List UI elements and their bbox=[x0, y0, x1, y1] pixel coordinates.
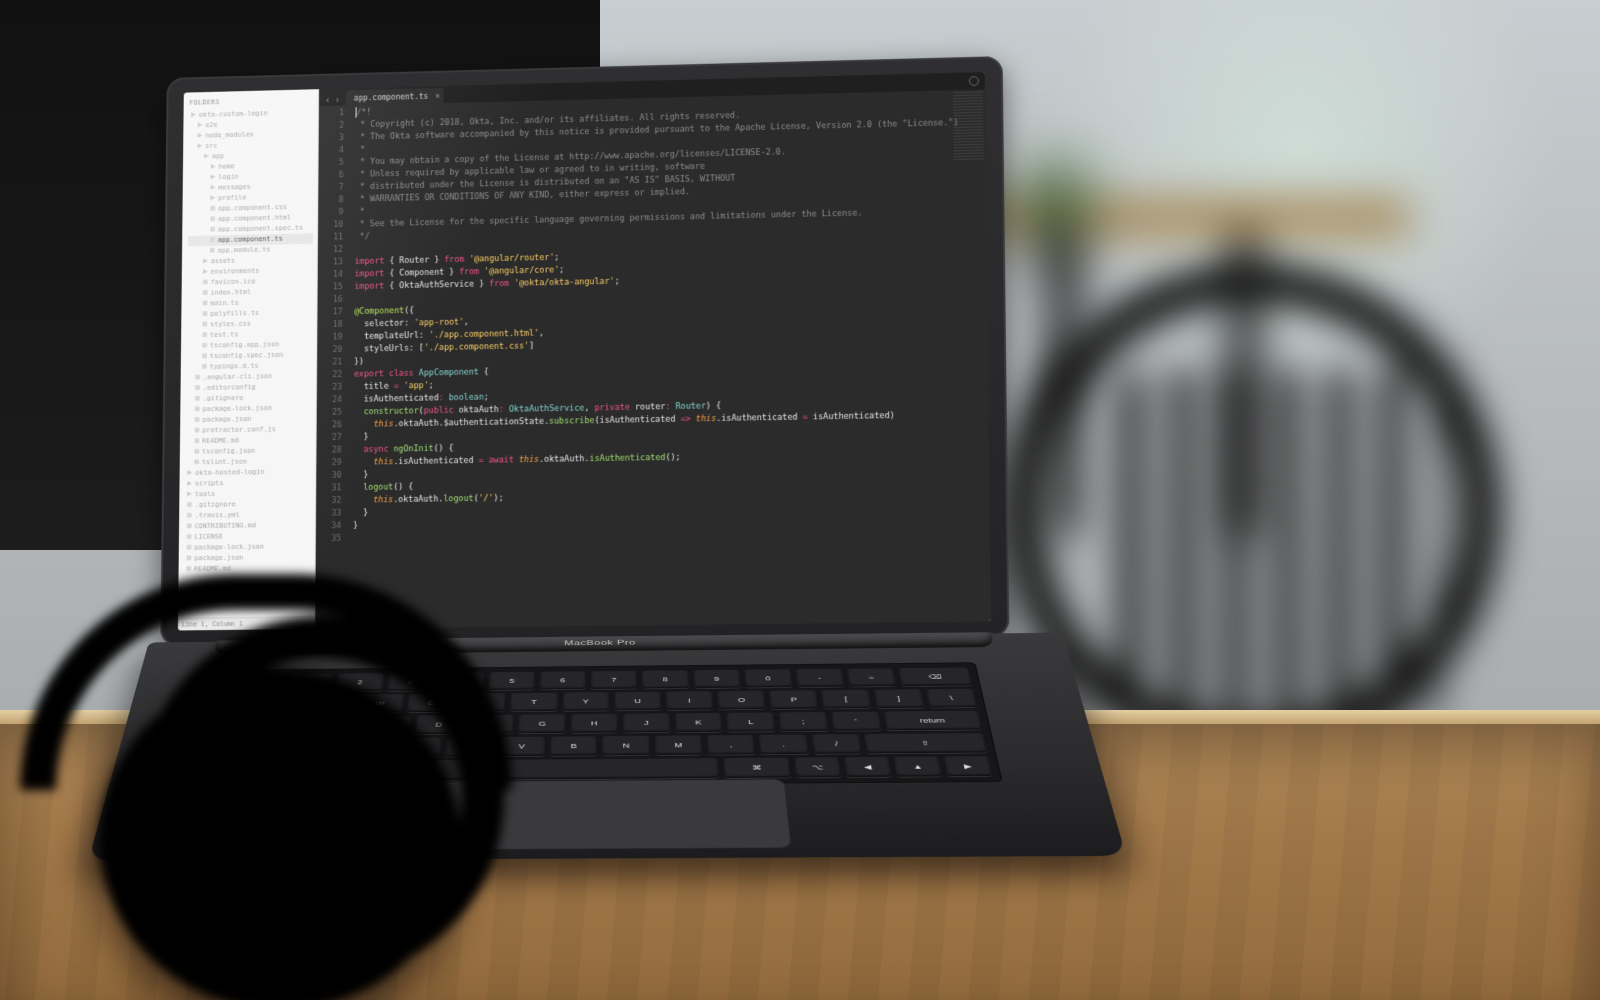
key[interactable]: . bbox=[759, 735, 808, 755]
key[interactable]: 8 bbox=[642, 670, 689, 688]
key[interactable]: ] bbox=[873, 689, 924, 708]
line-number: 10 bbox=[318, 219, 343, 232]
line-number: 27 bbox=[317, 432, 342, 445]
line-number: 4 bbox=[319, 145, 344, 158]
photo-scene: FOLDERS okta-custom-logine2enode_modules… bbox=[0, 0, 1600, 1000]
key[interactable]: O bbox=[717, 691, 766, 710]
line-number: 35 bbox=[316, 533, 341, 546]
key[interactable]: , bbox=[707, 735, 756, 755]
key[interactable]: ; bbox=[779, 712, 829, 731]
key[interactable]: = bbox=[847, 668, 897, 686]
line-number: 28 bbox=[316, 445, 341, 458]
line-number: 22 bbox=[317, 369, 342, 382]
key[interactable]: ⌥ bbox=[794, 757, 841, 777]
key[interactable]: U bbox=[614, 692, 661, 711]
line-number: 12 bbox=[318, 244, 343, 257]
key[interactable]: ◀ bbox=[844, 757, 892, 777]
tab-title: app.component.ts bbox=[354, 90, 429, 104]
key[interactable]: \ bbox=[926, 689, 977, 708]
code-editor[interactable]: ‹ › app.component.ts × 12345678910111213… bbox=[315, 72, 991, 629]
line-number: 16 bbox=[318, 294, 343, 307]
code-area[interactable]: 1234567891011121314151617181920212223242… bbox=[315, 89, 991, 629]
key[interactable]: return bbox=[883, 711, 982, 731]
key[interactable]: [ bbox=[821, 690, 871, 709]
key[interactable]: ▲ bbox=[894, 756, 942, 776]
key[interactable]: ⌫ bbox=[898, 667, 972, 686]
tab-overflow-icon[interactable] bbox=[969, 76, 979, 86]
key[interactable]: - bbox=[795, 669, 844, 687]
line-number: 24 bbox=[317, 394, 342, 407]
line-number: 29 bbox=[316, 457, 341, 470]
line-number: 8 bbox=[318, 194, 343, 207]
key[interactable]: ' bbox=[831, 712, 881, 731]
line-number: 33 bbox=[316, 508, 341, 521]
line-number: 6 bbox=[318, 169, 343, 182]
line-gutter: 1234567891011121314151617181920212223242… bbox=[315, 105, 350, 628]
line-number: 31 bbox=[316, 482, 341, 495]
line-number: 1 bbox=[319, 108, 344, 121]
tab-close-icon[interactable]: × bbox=[435, 90, 440, 103]
line-number: 17 bbox=[317, 307, 342, 320]
screen: FOLDERS okta-custom-logine2enode_modules… bbox=[178, 72, 991, 630]
line-number: 14 bbox=[318, 269, 343, 282]
line-number: 19 bbox=[317, 332, 342, 345]
key[interactable]: ▶ bbox=[944, 756, 993, 776]
line-number: 32 bbox=[316, 495, 341, 508]
nav-back-icon[interactable]: ‹ bbox=[325, 96, 331, 106]
line-number: 11 bbox=[318, 232, 343, 245]
key[interactable]: ⌘ bbox=[723, 758, 791, 778]
line-number: 7 bbox=[318, 182, 343, 195]
laptop-lid: FOLDERS okta-custom-logine2enode_modules… bbox=[160, 56, 1009, 646]
line-number: 20 bbox=[317, 344, 342, 357]
key[interactable]: M bbox=[655, 735, 703, 755]
line-number: 30 bbox=[316, 470, 341, 483]
line-number: 18 bbox=[317, 319, 342, 332]
code-lines[interactable]: /*! * Copyright (c) 2018, Okta, Inc. and… bbox=[347, 89, 991, 628]
key[interactable]: K bbox=[674, 713, 722, 732]
key[interactable]: 0 bbox=[744, 669, 792, 687]
nav-forward-icon[interactable]: › bbox=[334, 96, 340, 106]
line-number: 2 bbox=[319, 120, 344, 133]
line-number: 21 bbox=[317, 357, 342, 370]
line-number: 3 bbox=[319, 132, 344, 145]
file-tree-sidebar[interactable]: FOLDERS okta-custom-logine2enode_modules… bbox=[178, 89, 319, 630]
line-number: 23 bbox=[317, 382, 342, 395]
key[interactable]: L bbox=[726, 712, 775, 731]
line-number: 15 bbox=[318, 282, 343, 295]
key[interactable]: 9 bbox=[693, 670, 741, 688]
line-number: 25 bbox=[317, 407, 342, 420]
key[interactable]: ⇧ bbox=[864, 733, 987, 753]
key[interactable]: P bbox=[769, 690, 818, 709]
line-number: 34 bbox=[316, 520, 341, 533]
key[interactable]: J bbox=[623, 713, 670, 732]
line-number: 9 bbox=[318, 207, 343, 220]
key[interactable]: I bbox=[666, 691, 714, 710]
line-number: 26 bbox=[317, 419, 342, 432]
headphones bbox=[0, 560, 620, 1000]
line-number: 13 bbox=[318, 257, 343, 270]
key[interactable]: / bbox=[811, 734, 861, 754]
line-number: 5 bbox=[319, 157, 344, 170]
